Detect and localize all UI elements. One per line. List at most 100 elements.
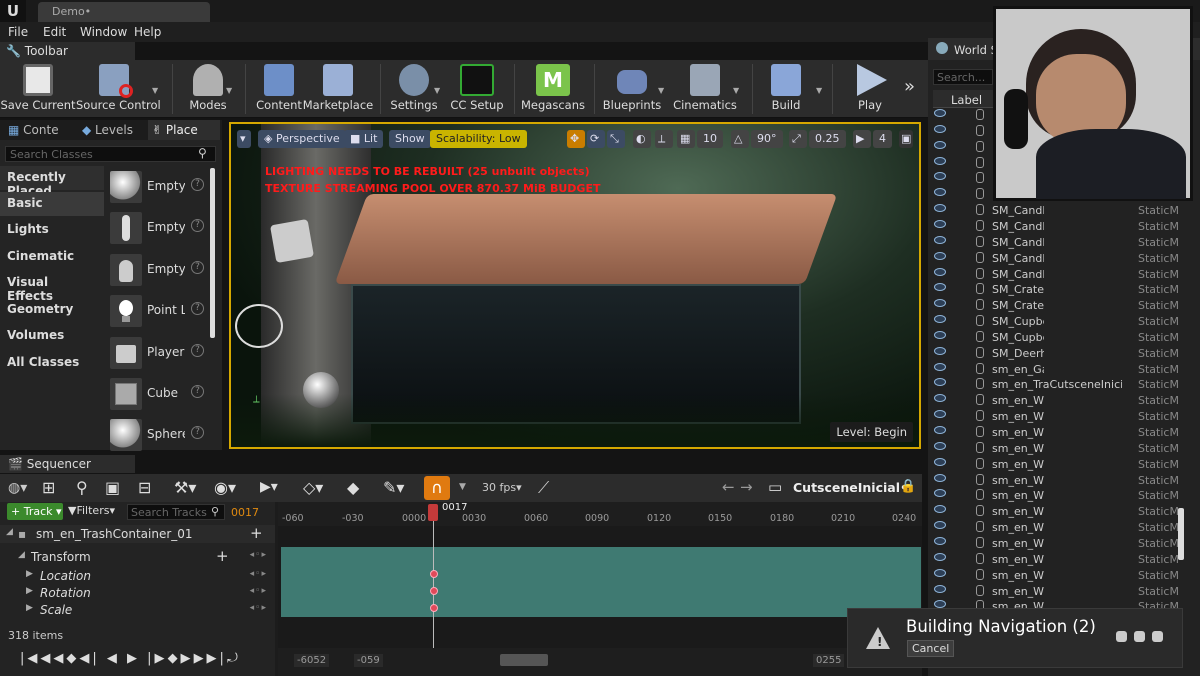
scrollbar[interactable] [210,168,215,338]
place-item-empty-pawn[interactable]: Empty P? [106,251,210,289]
surface-snap-icon[interactable]: ⟂ [655,130,673,148]
key-controls[interactable]: ◂◦▸ [250,603,267,613]
folder-icon[interactable]: ▭ [768,478,782,496]
curve-editor-icon[interactable]: ⟋ [538,478,549,498]
expand-arrow-icon[interactable]: ▶ [26,569,33,579]
outliner-row[interactable]: SM_Cupbc StaticM [928,314,1188,330]
add-icon[interactable]: + [216,547,229,565]
outliner-row[interactable]: sm_en_Wo StaticM [928,393,1188,409]
outliner-row[interactable]: sm_en_Wo StaticM [928,473,1188,489]
visibility-eye-icon[interactable] [934,362,946,371]
keyframe-rotation[interactable] [430,587,438,595]
grid-snap-icon[interactable]: ▦ [677,130,695,148]
category-volumes[interactable]: Volumes [0,324,104,348]
tools-icon[interactable]: ⚒▾ [174,478,196,497]
visibility-eye-icon[interactable] [934,441,946,450]
world-settings-icon[interactable]: ◍▾ [8,480,27,496]
help-icon[interactable]: ? [191,219,204,232]
next-key-icon[interactable]: ◆▶ [168,651,194,666]
visibility-eye-icon[interactable] [934,204,946,213]
modes-button[interactable]: Modes [170,60,246,118]
track-transform-row[interactable]: ◢ Transform + ◂◦▸ [0,547,275,566]
key-controls[interactable]: ◂◦▸ [250,550,267,560]
category-basic[interactable]: Basic [0,192,104,216]
jump-end-icon[interactable]: ▶▶| [194,651,227,666]
expand-arrow-icon[interactable]: ◢ [18,550,25,560]
visibility-eye-icon[interactable] [934,330,946,339]
outliner-row[interactable]: sm_en_Wo StaticM [928,457,1188,473]
megascans-button[interactable]: M Megascans [515,60,591,118]
visibility-eye-icon[interactable] [934,315,946,324]
key-filter-icon[interactable]: ◆ [347,478,359,497]
menu-help[interactable]: Help [134,25,161,39]
visibility-eye-icon[interactable] [934,473,946,482]
visibility-eye-icon[interactable] [934,283,946,292]
camera-speed-icon[interactable]: ▶ [853,130,871,148]
visibility-eye-icon[interactable] [934,536,946,545]
track-rotation-row[interactable]: ▶ Rotation ◂◦▸ [0,584,275,602]
build-button[interactable]: Build [748,60,824,118]
track-location-row[interactable]: ▶ Location ◂◦▸ [0,567,275,585]
outliner-row[interactable]: sm_en_Wo StaticM [928,409,1188,425]
level-sequence-actor-icon[interactable] [269,218,315,264]
key-controls[interactable]: ◂◦▸ [250,586,267,596]
range-start-field[interactable]: -6052 [294,654,330,667]
keyframe-location[interactable] [430,570,438,578]
place-item-empty-actor[interactable]: Empty A? [106,168,210,206]
outliner-row[interactable]: sm_en_Wo StaticM [928,504,1188,520]
visibility-eye-icon[interactable] [934,584,946,593]
back-arrow-icon[interactable]: ← [722,478,735,496]
outliner-row[interactable]: SM_Crate StaticM [928,282,1188,298]
visibility-eye-icon[interactable] [934,457,946,466]
toolbar-tab[interactable]: 🔧 Toolbar [0,42,135,60]
outliner-row[interactable]: SM_Candl StaticM [928,235,1188,251]
scrollbar[interactable] [1178,508,1184,560]
visibility-eye-icon[interactable] [934,600,946,608]
show-button[interactable]: Show [389,130,431,148]
visibility-eye-icon[interactable] [934,172,946,181]
outliner-row[interactable]: sm_en_Wo StaticM [928,568,1188,584]
visibility-eye-icon[interactable] [934,109,946,117]
chevron-down-icon[interactable]: ▼ [459,482,466,492]
outliner-row[interactable]: SM_Candl StaticM [928,251,1188,267]
horizontal-scrollbar[interactable] [500,654,548,666]
more-chevron-icon[interactable]: » [904,76,915,97]
visibility-eye-icon[interactable] [934,267,946,276]
track-object-row[interactable]: ◢ ▪ sm_en_TrashContainer_01 + [0,524,275,543]
fps-dropdown[interactable]: 30 fps▾ [482,481,522,494]
label-column-header[interactable]: Label [951,93,982,107]
outliner-row[interactable]: sm_en_Wo StaticM [928,520,1188,536]
outliner-row[interactable]: sm_en_Wo StaticM [928,488,1188,504]
world-local-icon[interactable]: ◐ [633,130,651,148]
rotation-snap-icon[interactable]: △ [731,130,749,148]
chevron-down-icon[interactable]: ▼ [226,86,232,95]
help-icon[interactable]: ? [191,385,204,398]
track-section[interactable] [281,547,921,617]
reflection-capture-icon[interactable] [303,372,339,408]
outliner-row[interactable]: SM_Crate2 StaticM [928,298,1188,314]
outliner-row[interactable]: sm_en_Wo StaticM [928,425,1188,441]
add-track-button[interactable]: + Track ▾ [7,503,63,520]
play-icon[interactable]: ▶ [127,651,147,666]
visibility-eye-icon[interactable] [934,568,946,577]
expand-arrow-icon[interactable]: ▶ [26,603,33,613]
rotation-snap-value[interactable]: 90° [751,130,783,148]
viewport-menu-button[interactable]: ▾ [237,130,251,148]
perspective-button[interactable]: ◈ Perspective [258,130,346,148]
render-movie-icon[interactable]: ⊟ [138,478,151,497]
menu-window[interactable]: Window [80,25,127,39]
camera-speed-value[interactable]: 4 [873,130,892,148]
key-controls[interactable]: ◂◦▸ [250,569,267,579]
cc-setup-button[interactable]: CC Setup [439,60,515,118]
cinematics-button[interactable]: Cinematics [667,60,743,118]
category-visual-effects[interactable]: Visual Effects [0,271,104,303]
lock-icon[interactable]: 🔒 [900,479,916,494]
edit-tool-icon[interactable]: ✎▾ [383,478,404,497]
view-options-icon[interactable]: ◉▾ [214,478,236,497]
visibility-eye-icon[interactable] [934,426,946,434]
outliner-row[interactable]: sm_en_Wo StaticM [928,584,1188,600]
outliner-search-input[interactable]: Search... [933,69,993,85]
visibility-eye-icon[interactable] [934,394,946,403]
scalability-button[interactable]: Scalability: Low [430,130,527,148]
category-geometry[interactable]: Geometry [0,298,104,322]
